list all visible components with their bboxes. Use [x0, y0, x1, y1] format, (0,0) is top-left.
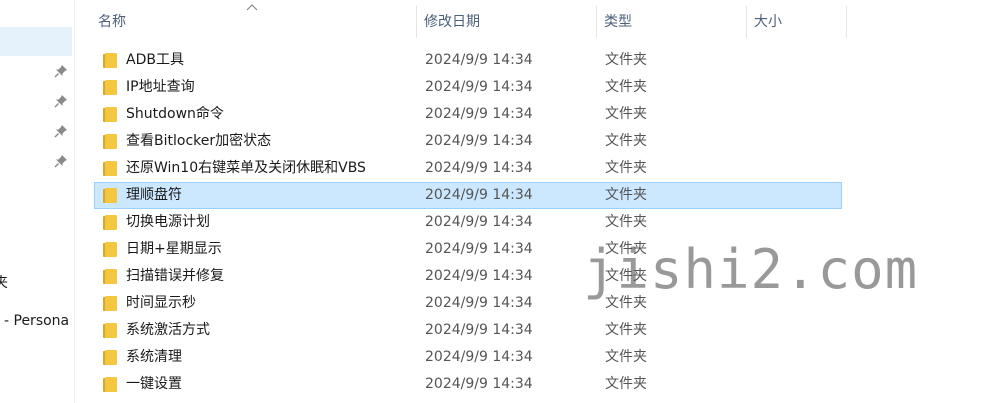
- file-row[interactable]: 系统激活方式 2024/9/9 14:34 文件夹: [94, 317, 842, 344]
- file-modified: 2024/9/9 14:34: [425, 214, 533, 230]
- file-modified: 2024/9/9 14:34: [425, 295, 533, 311]
- file-name: 时间显示秒: [126, 295, 196, 311]
- file-row[interactable]: 还原Win10右键菜单及关闭休眠和VBS 2024/9/9 14:34 文件夹: [94, 155, 842, 182]
- file-row[interactable]: IP地址查询 2024/9/9 14:34 文件夹: [94, 74, 842, 101]
- file-row[interactable]: Shutdown命令 2024/9/9 14:34 文件夹: [94, 101, 842, 128]
- file-modified: 2024/9/9 14:34: [425, 133, 533, 149]
- file-type: 文件夹: [605, 79, 647, 95]
- folder-icon: [103, 80, 117, 95]
- file-row-selected[interactable]: 理顺盘符 2024/9/9 14:34 文件夹: [94, 182, 842, 209]
- file-row[interactable]: 日期+星期显示 2024/9/9 14:34 文件夹: [94, 236, 842, 263]
- file-row[interactable]: ADB工具 2024/9/9 14:34 文件夹: [94, 47, 842, 74]
- folder-icon: [103, 242, 117, 257]
- nav-item-selected[interactable]: [0, 27, 72, 56]
- file-modified: 2024/9/9 14:34: [425, 79, 533, 95]
- file-row[interactable]: 查看Bitlocker加密状态 2024/9/9 14:34 文件夹: [94, 128, 842, 155]
- column-header-modified[interactable]: 修改日期: [416, 0, 596, 38]
- column-header-type[interactable]: 类型: [596, 0, 746, 38]
- folder-icon: [103, 296, 117, 311]
- navigation-pane: 夹 - Persona: [0, 0, 75, 403]
- folder-icon: [103, 350, 117, 365]
- folder-icon: [103, 269, 117, 284]
- file-row[interactable]: 一键设置 2024/9/9 14:34 文件夹: [94, 371, 842, 398]
- folder-icon: [103, 107, 117, 122]
- file-modified: 2024/9/9 14:34: [425, 106, 533, 122]
- file-modified: 2024/9/9 14:34: [425, 241, 533, 257]
- file-type: 文件夹: [605, 349, 647, 365]
- file-type: 文件夹: [605, 106, 647, 122]
- file-type: 文件夹: [605, 187, 647, 203]
- file-type: 文件夹: [605, 322, 647, 338]
- folder-icon: [103, 53, 117, 68]
- pin-icon[interactable]: [54, 154, 68, 168]
- file-name: 一键设置: [126, 376, 182, 392]
- file-type: 文件夹: [605, 133, 647, 149]
- file-modified: 2024/9/9 14:34: [425, 349, 533, 365]
- file-name: 理顺盘符: [126, 187, 182, 203]
- file-name: 日期+星期显示: [126, 241, 222, 257]
- file-modified: 2024/9/9 14:34: [425, 268, 533, 284]
- file-name: 查看Bitlocker加密状态: [126, 133, 272, 149]
- file-modified: 2024/9/9 14:34: [425, 322, 533, 338]
- file-modified: 2024/9/9 14:34: [425, 160, 533, 176]
- nav-item-folder-label[interactable]: 夹: [0, 272, 8, 292]
- file-row[interactable]: 系统清理 2024/9/9 14:34 文件夹: [94, 344, 842, 371]
- folder-icon: [103, 215, 117, 230]
- file-type: 文件夹: [605, 376, 647, 392]
- file-modified: 2024/9/9 14:34: [425, 187, 533, 203]
- pin-icon[interactable]: [54, 124, 68, 138]
- folder-icon: [103, 323, 117, 338]
- file-type: 文件夹: [605, 295, 647, 311]
- file-type: 文件夹: [605, 160, 647, 176]
- pin-icon[interactable]: [54, 64, 68, 78]
- column-header-name[interactable]: 名称: [90, 0, 416, 38]
- file-modified: 2024/9/9 14:34: [425, 376, 533, 392]
- folder-icon: [103, 134, 117, 149]
- file-row[interactable]: 扫描错误并修复 2024/9/9 14:34 文件夹: [94, 263, 842, 290]
- file-name: 系统激活方式: [126, 322, 210, 338]
- folder-icon: [103, 161, 117, 176]
- file-name: Shutdown命令: [126, 106, 224, 122]
- file-type: 文件夹: [605, 268, 647, 284]
- folder-icon: [103, 188, 117, 203]
- file-row[interactable]: 时间显示秒 2024/9/9 14:34 文件夹: [94, 290, 842, 317]
- file-type: 文件夹: [605, 214, 647, 230]
- folder-icon: [103, 377, 117, 392]
- file-name: 切换电源计划: [126, 214, 210, 230]
- file-name: 系统清理: [126, 349, 182, 365]
- column-separator[interactable]: [846, 6, 847, 38]
- file-name: ADB工具: [126, 52, 184, 68]
- file-name: 扫描错误并修复: [126, 268, 224, 284]
- file-type: 文件夹: [605, 241, 647, 257]
- nav-item-personal-label[interactable]: - Persona: [4, 313, 69, 329]
- column-header-size[interactable]: 大小: [746, 0, 846, 38]
- file-name: IP地址查询: [126, 79, 195, 95]
- file-row[interactable]: 切换电源计划 2024/9/9 14:34 文件夹: [94, 209, 842, 236]
- file-modified: 2024/9/9 14:34: [425, 52, 533, 68]
- file-type: 文件夹: [605, 52, 647, 68]
- pin-icon[interactable]: [54, 94, 68, 108]
- file-name: 还原Win10右键菜单及关闭休眠和VBS: [126, 160, 366, 176]
